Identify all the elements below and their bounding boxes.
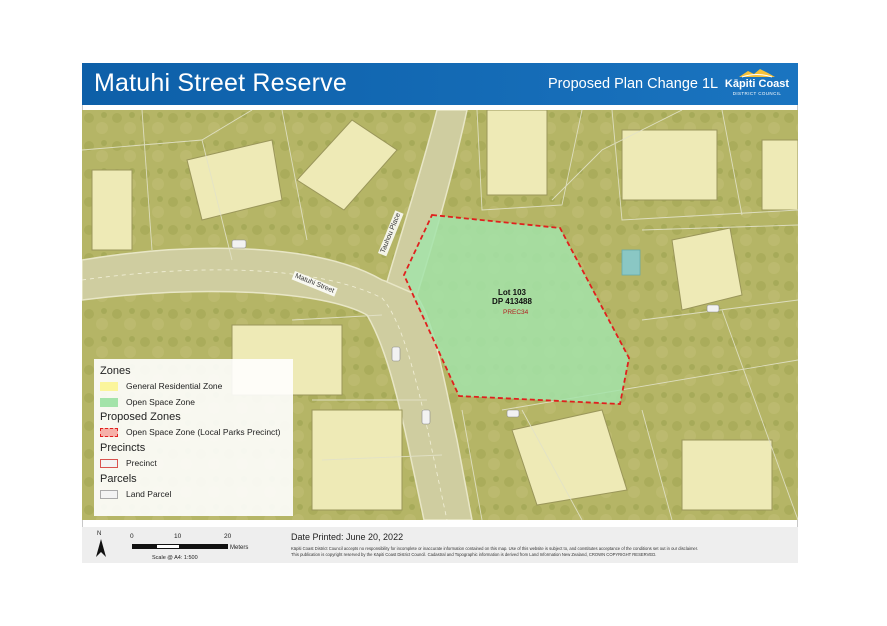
- legend-label-parcel: Land Parcel: [126, 489, 172, 499]
- swatch-local-parks: [100, 428, 118, 437]
- logo-subtitle: DISTRICT COUNCIL: [732, 91, 782, 96]
- date-printed: Date Printed: June 20, 2022: [291, 532, 404, 542]
- north-label: N: [97, 531, 102, 537]
- legend-group-parcels: Parcels: [100, 473, 137, 485]
- scale-tick-10: 10: [174, 533, 182, 540]
- legend-label-open-space: Open Space Zone: [126, 397, 195, 407]
- lot-number: Lot 103: [497, 288, 526, 297]
- map-footer: N 0 10 20 Meters Scale @ A4: 1:500 Date …: [82, 527, 798, 563]
- north-arrow-icon: [96, 539, 106, 557]
- precinct-label: PREC34: [503, 309, 529, 316]
- council-logo: Kāpiti Coast DISTRICT COUNCIL: [722, 68, 792, 100]
- swatch-parcel: [100, 490, 118, 499]
- lot-label: Lot 103 DP 413488: [482, 288, 542, 306]
- deposited-plan: DP 413488: [492, 297, 532, 306]
- map-subtitle: Proposed Plan Change 1L: [548, 76, 719, 92]
- disclaimer-line-2: This publication is copyright reserved b…: [291, 551, 657, 557]
- legend-group-proposed: Proposed Zones: [100, 411, 181, 423]
- swatch-precinct: [100, 459, 118, 468]
- legend-label-precinct: Precinct: [126, 458, 157, 468]
- north-arrow: N: [94, 531, 108, 559]
- scale-bar: 0 10 20 Meters Scale @ A4: 1:500: [130, 533, 272, 563]
- legend-group-precincts: Precincts: [100, 442, 146, 454]
- map-legend: Zones General Residential Zone Open Spac…: [94, 359, 293, 516]
- legend-label-local-parks: Open Space Zone (Local Parks Precinct): [126, 427, 281, 437]
- disclaimer-line-1: Kāpiti Coast District Council accepts no…: [291, 546, 699, 551]
- logo-wave-icon: [739, 69, 775, 78]
- scale-note: Scale @ A4: 1:500: [152, 555, 198, 561]
- scale-segment-2: [156, 544, 180, 549]
- scale-tick-0: 0: [130, 533, 134, 540]
- scale-unit: Meters: [230, 545, 249, 551]
- disclaimer: Kāpiti Coast District Council accepts no…: [291, 546, 698, 557]
- swatch-residential: [100, 382, 118, 391]
- scale-segment-3: [180, 544, 228, 549]
- legend-label-residential: General Residential Zone: [126, 381, 223, 391]
- scale-tick-20: 20: [224, 533, 232, 540]
- scale-segment-1: [132, 544, 156, 549]
- map-title: Matuhi Street Reserve: [94, 69, 347, 97]
- map-header: Matuhi Street Reserve Proposed Plan Chan…: [82, 63, 798, 105]
- logo-name: Kāpiti Coast: [724, 78, 790, 90]
- swatch-open-space: [100, 398, 118, 407]
- legend-group-zones: Zones: [100, 365, 131, 377]
